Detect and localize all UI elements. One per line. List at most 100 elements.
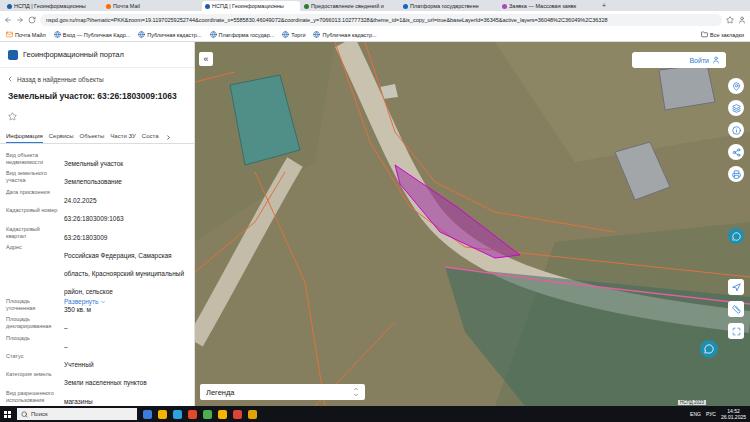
field-label: Кадастровый номер	[6, 207, 58, 225]
fullscreen-button[interactable]	[728, 323, 744, 339]
browser-tab[interactable]: НСПД | Геоинформационны	[4, 1, 102, 11]
clock[interactable]: 14:5226.01.2025	[721, 408, 746, 420]
profile-icon[interactable]	[738, 16, 746, 24]
field-value: –	[64, 343, 68, 350]
info-button[interactable]	[728, 122, 744, 138]
taskbar-app-icon[interactable]	[158, 410, 167, 419]
browser-tab[interactable]: Почта Mail	[103, 1, 201, 11]
building	[230, 75, 300, 165]
login-button[interactable]: Войти	[632, 52, 726, 68]
site-icon	[313, 31, 320, 38]
field-label: Кадастровый квартал	[6, 226, 58, 244]
bookmark-star-icon[interactable]	[726, 16, 734, 24]
info-tab[interactable]: Сервисы	[49, 131, 74, 143]
field-value: 24.02.2025	[64, 197, 97, 204]
bookmark[interactable]: Публичная кадастр...	[138, 31, 201, 38]
field-row: Площадь уточненная350 кв. м	[6, 296, 188, 314]
info-tab[interactable]: Объекты	[80, 131, 105, 143]
favicon-icon	[106, 4, 111, 9]
taskbar-app-icon[interactable]	[188, 410, 197, 419]
collapse-panel-button[interactable]: «	[199, 52, 213, 66]
language-en[interactable]: ENG	[690, 411, 701, 417]
printer-icon	[732, 170, 741, 179]
taskbar-app-icon[interactable]	[143, 410, 152, 419]
bookmark[interactable]: Торги	[282, 31, 305, 38]
maximize-icon	[732, 327, 741, 336]
ruler-icon	[732, 305, 741, 314]
field-value: Земли населенных пунктов	[64, 379, 147, 386]
forward-arrow-icon[interactable]	[16, 16, 24, 24]
bookmark[interactable]: Почта Майл	[6, 31, 46, 38]
field-value: магазины	[64, 398, 93, 405]
taskbar-app-icon[interactable]	[203, 410, 212, 419]
all-bookmarks[interactable]: Все закладки	[701, 31, 744, 38]
chevron-left-icon	[6, 75, 14, 83]
taskbar-app-icon[interactable]	[248, 410, 257, 419]
info-tab[interactable]: Информация	[6, 131, 43, 143]
field-row: Площадь декларированная–	[6, 314, 188, 332]
browser-tab[interactable]: Заявка — Массовая заявк	[499, 1, 597, 11]
expand-link[interactable]: Развернуть	[64, 298, 188, 307]
back-link[interactable]: Назад в найденные объекты	[0, 68, 194, 85]
map[interactable]: «ВойтиЛегендаНСПД 2023	[195, 42, 750, 406]
taskbar-app-icon[interactable]	[233, 410, 242, 419]
info-tab[interactable]: Части ЗУ	[110, 131, 135, 143]
info-tab[interactable]: Соста	[142, 131, 159, 143]
field-row: Вид земельного участкаЗемлепользование	[6, 168, 188, 186]
taskbar-app-icon[interactable]	[218, 410, 227, 419]
field-label: Площадь	[6, 335, 58, 353]
cadastral-line	[335, 42, 750, 277]
satellite-map[interactable]	[195, 42, 750, 406]
address-row: nspd.gov.ru/map?thematic=PKK&zoom=19.119…	[0, 11, 750, 28]
browser-tab[interactable]: НСПД | Геоинформационны	[202, 1, 300, 11]
field-row: Кадастровый номер63:26:1803009:1063	[6, 205, 188, 223]
bookmark[interactable]: Публичная кадастр...	[313, 31, 376, 38]
cadastral-line	[195, 172, 285, 272]
zone	[445, 267, 750, 406]
info-panel: Геоинформационный порталНазад в найденны…	[0, 42, 195, 406]
site-icon	[138, 31, 145, 38]
reload-icon[interactable]	[28, 16, 36, 24]
tabs-next-icon[interactable]	[165, 134, 172, 141]
selected-parcel[interactable]	[395, 165, 520, 258]
navigate-button[interactable]	[728, 279, 744, 295]
field-row: Дата присвоения24.02.2025	[6, 187, 188, 205]
field-row: Кадастровый квартал63:26:1803009	[6, 224, 188, 242]
favorite-star-icon[interactable]	[8, 112, 17, 121]
bookmark[interactable]: Вход — Публичная Кадр...	[54, 31, 131, 38]
browser-tab[interactable]: Платформа государственн	[400, 1, 498, 11]
assistant-button[interactable]	[728, 228, 744, 244]
chat-button[interactable]	[700, 340, 718, 358]
portal-logo-icon[interactable]	[8, 50, 18, 60]
back-arrow-icon[interactable]	[4, 16, 12, 24]
building	[615, 142, 670, 200]
language-ru[interactable]: РУС	[706, 411, 716, 417]
screen: НСПД | ГеоинформационныПочта MailНСПД | …	[0, 0, 750, 422]
field-value: –	[64, 324, 68, 331]
chevron-up-icon	[353, 386, 359, 392]
layers-button[interactable]	[728, 100, 744, 116]
address-field[interactable]: nspd.gov.ru/map?thematic=PKK&zoom=19.119…	[40, 14, 722, 26]
taskbar-app-icon[interactable]	[173, 410, 182, 419]
start-icon[interactable]	[4, 411, 11, 418]
page: Геоинформационный порталНазад в найденны…	[0, 42, 750, 406]
site-icon	[282, 31, 289, 38]
legend-dropdown[interactable]: Легенда	[200, 384, 365, 400]
new-tab-button[interactable]: +	[598, 1, 610, 11]
field-label: Вид разрешенного использования	[6, 390, 58, 406]
measure-button[interactable]	[728, 301, 744, 317]
boundary-line	[445, 267, 750, 304]
bookmark[interactable]: Платформа государ...	[210, 31, 275, 38]
favicon-icon	[304, 4, 309, 9]
browser-tab[interactable]: Предоставление сведений и	[301, 1, 399, 11]
taskbar-search[interactable]: Поиск	[17, 408, 137, 420]
field-row: Площадь–	[6, 333, 188, 351]
search-icon	[21, 411, 28, 418]
print-button[interactable]	[728, 166, 744, 182]
locate-button[interactable]	[728, 78, 744, 94]
field-label: Площадь декларированная	[6, 316, 58, 334]
bookmark-bar: Почта Майл Вход — Публичная Кадр... Публич…	[0, 28, 750, 42]
field-row: СтатусУчтенный	[6, 351, 188, 369]
share-button[interactable]	[728, 144, 744, 160]
object-title: Земельный участок: 63:26:1803009:1063	[0, 85, 194, 103]
